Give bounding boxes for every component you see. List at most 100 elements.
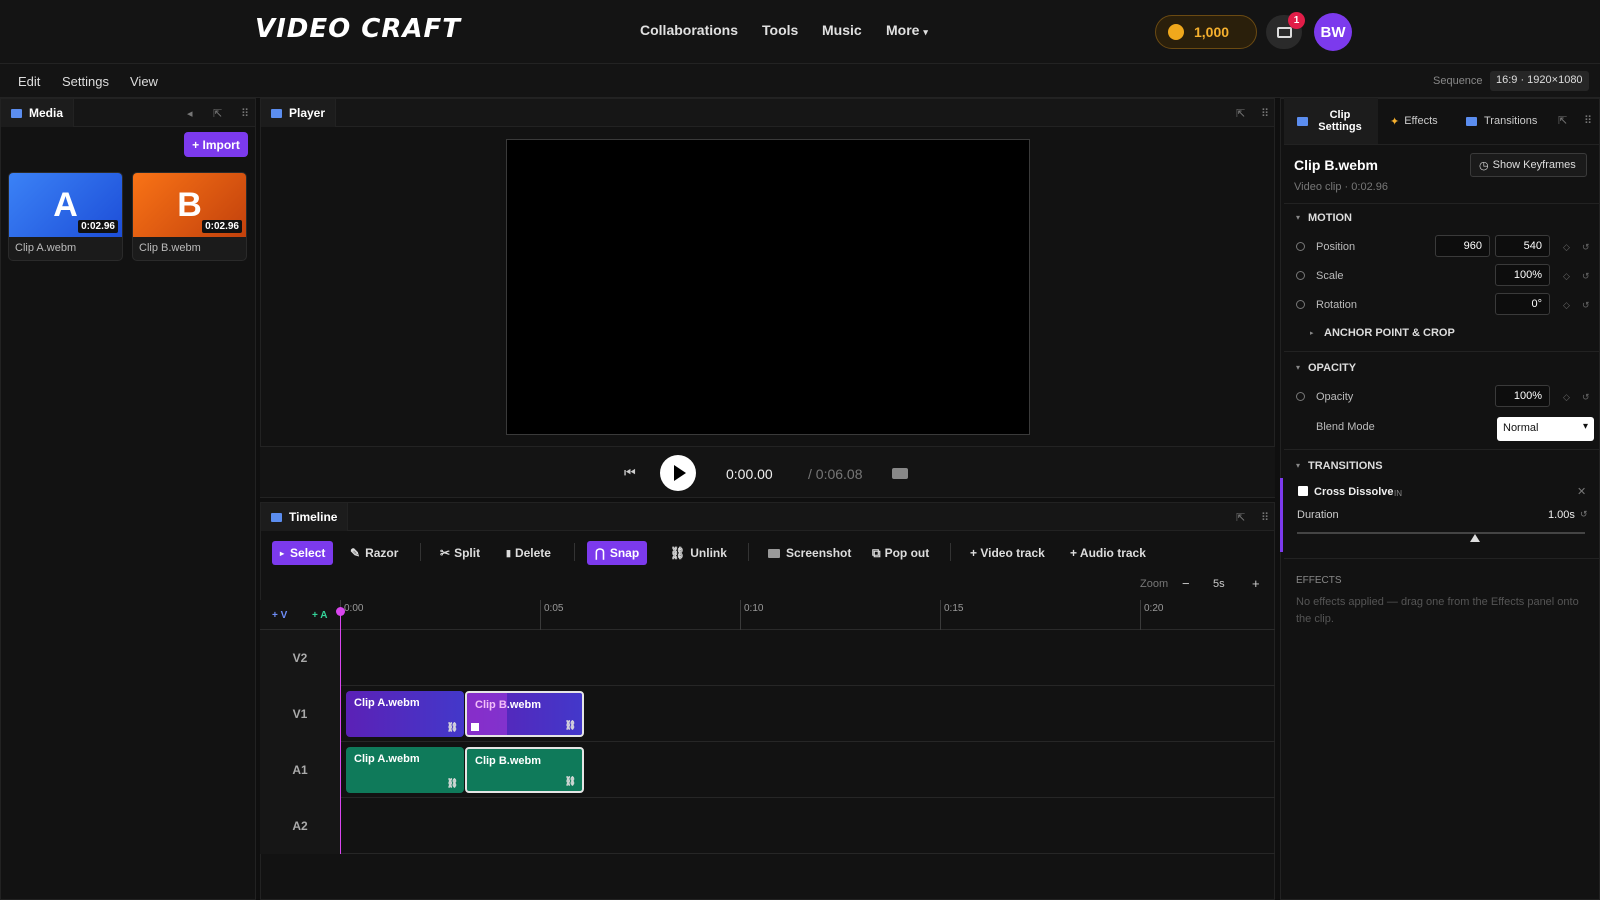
timeline-ruler[interactable]: 0:00 0:05 0:10 0:15 0:20 — [340, 600, 1275, 630]
opacity-field[interactable]: 100% — [1495, 385, 1550, 407]
duration-slider[interactable] — [1297, 532, 1585, 534]
duration-label: Duration — [1297, 509, 1339, 521]
transitions-section-title[interactable]: TRANSITIONS — [1308, 460, 1383, 472]
position-x-field[interactable]: 960 — [1435, 235, 1490, 257]
media-item[interactable]: A 0:02.96 Clip A.webm — [8, 172, 123, 261]
camera-icon[interactable] — [892, 468, 908, 479]
zoom-in-button[interactable]: + — [1252, 576, 1260, 591]
popout-icon: ⧉ — [872, 545, 881, 560]
track-v2[interactable]: V2 — [260, 630, 1275, 686]
tab-timeline[interactable]: Timeline — [261, 503, 349, 531]
drag-handle-icon[interactable]: ⠿ — [1261, 107, 1269, 120]
app-logo[interactable]: VIDEO CRAFT — [255, 14, 461, 44]
rotation-label: Rotation — [1316, 299, 1357, 311]
delete-button[interactable]: ▮ Delete — [498, 541, 559, 565]
thumbnail-letter: B — [177, 185, 202, 224]
reset-icon[interactable]: ↺ — [1580, 509, 1588, 520]
nav-collaborations[interactable]: Collaborations — [640, 22, 738, 38]
tab-clip-settings[interactable]: Clip Settings — [1284, 98, 1378, 144]
select-tool-button[interactable]: ▸ Select — [272, 541, 334, 565]
chevron-down-icon[interactable]: ▾ — [1296, 461, 1300, 470]
transition-checkbox[interactable] — [1298, 486, 1308, 496]
sequence-format[interactable]: 16:9 · 1920×1080 — [1490, 71, 1589, 91]
position-label: Position — [1316, 241, 1356, 253]
chevron-down-icon: ▾ — [923, 27, 928, 37]
motion-section-title[interactable]: MOTION — [1308, 212, 1352, 224]
chevron-down-icon[interactable]: ▾ — [1296, 213, 1300, 222]
add-video-track-button[interactable]: + Video track — [962, 541, 1053, 565]
reset-icon[interactable]: ↺ — [1582, 271, 1590, 282]
ruler-tick: 0:00 — [340, 600, 363, 630]
keyframe-icon[interactable]: ◇ — [1563, 392, 1570, 403]
zoom-out-button[interactable]: − — [1182, 576, 1190, 591]
clip-meta: Video clip · 0:02.96 — [1294, 181, 1388, 193]
stopwatch-icon[interactable] — [1296, 271, 1305, 280]
tab-transitions[interactable]: Transitions — [1466, 98, 1537, 144]
scale-field[interactable]: 100% — [1495, 264, 1550, 286]
keyframe-icon[interactable]: ◇ — [1563, 242, 1570, 253]
screenshot-button[interactable]: Screenshot — [760, 541, 859, 565]
unlink-button[interactable]: ⛓ Unlink — [662, 541, 735, 565]
stopwatch-icon[interactable] — [1296, 392, 1305, 401]
anchor-crop-section[interactable]: ANCHOR POINT & CROP — [1324, 327, 1455, 339]
media-item[interactable]: B 0:02.96 Clip B.webm — [132, 172, 247, 261]
menu-edit[interactable]: Edit — [18, 74, 40, 89]
menu-settings[interactable]: Settings — [62, 74, 109, 89]
split-button[interactable]: ✂ Split — [432, 541, 488, 565]
drag-handle-icon[interactable]: ⠿ — [1261, 511, 1269, 524]
coin-balance[interactable]: 1,000 — [1155, 15, 1257, 49]
opacity-section-title[interactable]: OPACITY — [1308, 362, 1356, 374]
playhead-handle[interactable] — [336, 607, 345, 616]
snap-toggle[interactable]: ⋂ Snap — [587, 541, 648, 565]
toolbar-divider — [574, 543, 575, 561]
position-y-field[interactable]: 540 — [1495, 235, 1550, 257]
drag-handle-icon[interactable]: ⠿ — [1584, 114, 1592, 127]
nav-tools[interactable]: Tools — [762, 22, 798, 38]
chevron-right-icon[interactable]: ▸ — [1310, 329, 1314, 337]
blend-mode-select[interactable]: Normal ▾ — [1497, 417, 1594, 441]
zoom-value: 5s — [1213, 578, 1225, 590]
tab-media[interactable]: Media — [1, 99, 75, 127]
timeline-clip[interactable]: Clip A.webm ⛓ — [346, 691, 464, 737]
popout-icon[interactable]: ⇱ — [213, 107, 222, 120]
keyframe-icon[interactable]: ◇ — [1563, 300, 1570, 311]
reset-icon[interactable]: ↺ — [1582, 242, 1590, 253]
keyframe-icon[interactable]: ◇ — [1563, 271, 1570, 282]
slider-handle[interactable] — [1470, 534, 1480, 542]
popout-icon[interactable]: ⇱ — [1236, 511, 1245, 524]
close-icon[interactable]: ✕ — [1577, 485, 1586, 498]
play-button[interactable] — [660, 455, 696, 491]
split-label: Split — [454, 546, 481, 560]
stopwatch-icon[interactable] — [1296, 242, 1305, 251]
reset-icon[interactable]: ↺ — [1582, 392, 1590, 403]
video-preview[interactable] — [506, 139, 1030, 435]
popout-icon[interactable]: ⇱ — [1558, 114, 1567, 127]
zoom-label: Zoom — [1140, 578, 1169, 590]
add-video-lane-button[interactable]: + V — [272, 610, 287, 621]
add-audio-track-button[interactable]: + Audio track — [1062, 541, 1154, 565]
drag-handle-icon[interactable]: ⠿ — [241, 107, 249, 120]
timeline-clip[interactable]: Clip A.webm ⛓ — [346, 747, 464, 793]
rotation-field[interactable]: 0° — [1495, 293, 1550, 315]
timeline-clip-selected[interactable]: Clip B.webm ⛓ — [465, 691, 584, 737]
razor-tool-button[interactable]: ✎ Razor — [342, 541, 406, 565]
reset-icon[interactable]: ↺ — [1582, 300, 1590, 311]
user-avatar[interactable]: BW — [1314, 13, 1352, 51]
popout-button[interactable]: ⧉ Pop out — [864, 541, 937, 565]
tab-effects[interactable]: ✦ Effects — [1390, 98, 1438, 144]
show-keyframes-button[interactable]: ◷ Show Keyframes — [1470, 153, 1587, 177]
skip-back-icon[interactable]: ⏮ — [624, 465, 636, 481]
menu-view[interactable]: View — [130, 74, 158, 89]
nav-music[interactable]: Music — [822, 22, 862, 38]
popout-icon[interactable]: ⇱ — [1236, 107, 1245, 120]
chevron-down-icon[interactable]: ▾ — [1296, 363, 1300, 372]
track-a2[interactable]: A2 — [260, 798, 1275, 854]
timeline-clip-selected[interactable]: Clip B.webm ⛓ — [465, 747, 584, 793]
nav-more[interactable]: More ▾ — [886, 22, 928, 38]
collapse-icon[interactable]: ◂ — [187, 107, 193, 120]
playhead[interactable] — [340, 612, 341, 854]
add-audio-lane-button[interactable]: + A — [312, 610, 327, 621]
import-button[interactable]: + Import — [184, 132, 248, 157]
tab-player[interactable]: Player — [261, 99, 337, 127]
stopwatch-icon[interactable] — [1296, 300, 1305, 309]
